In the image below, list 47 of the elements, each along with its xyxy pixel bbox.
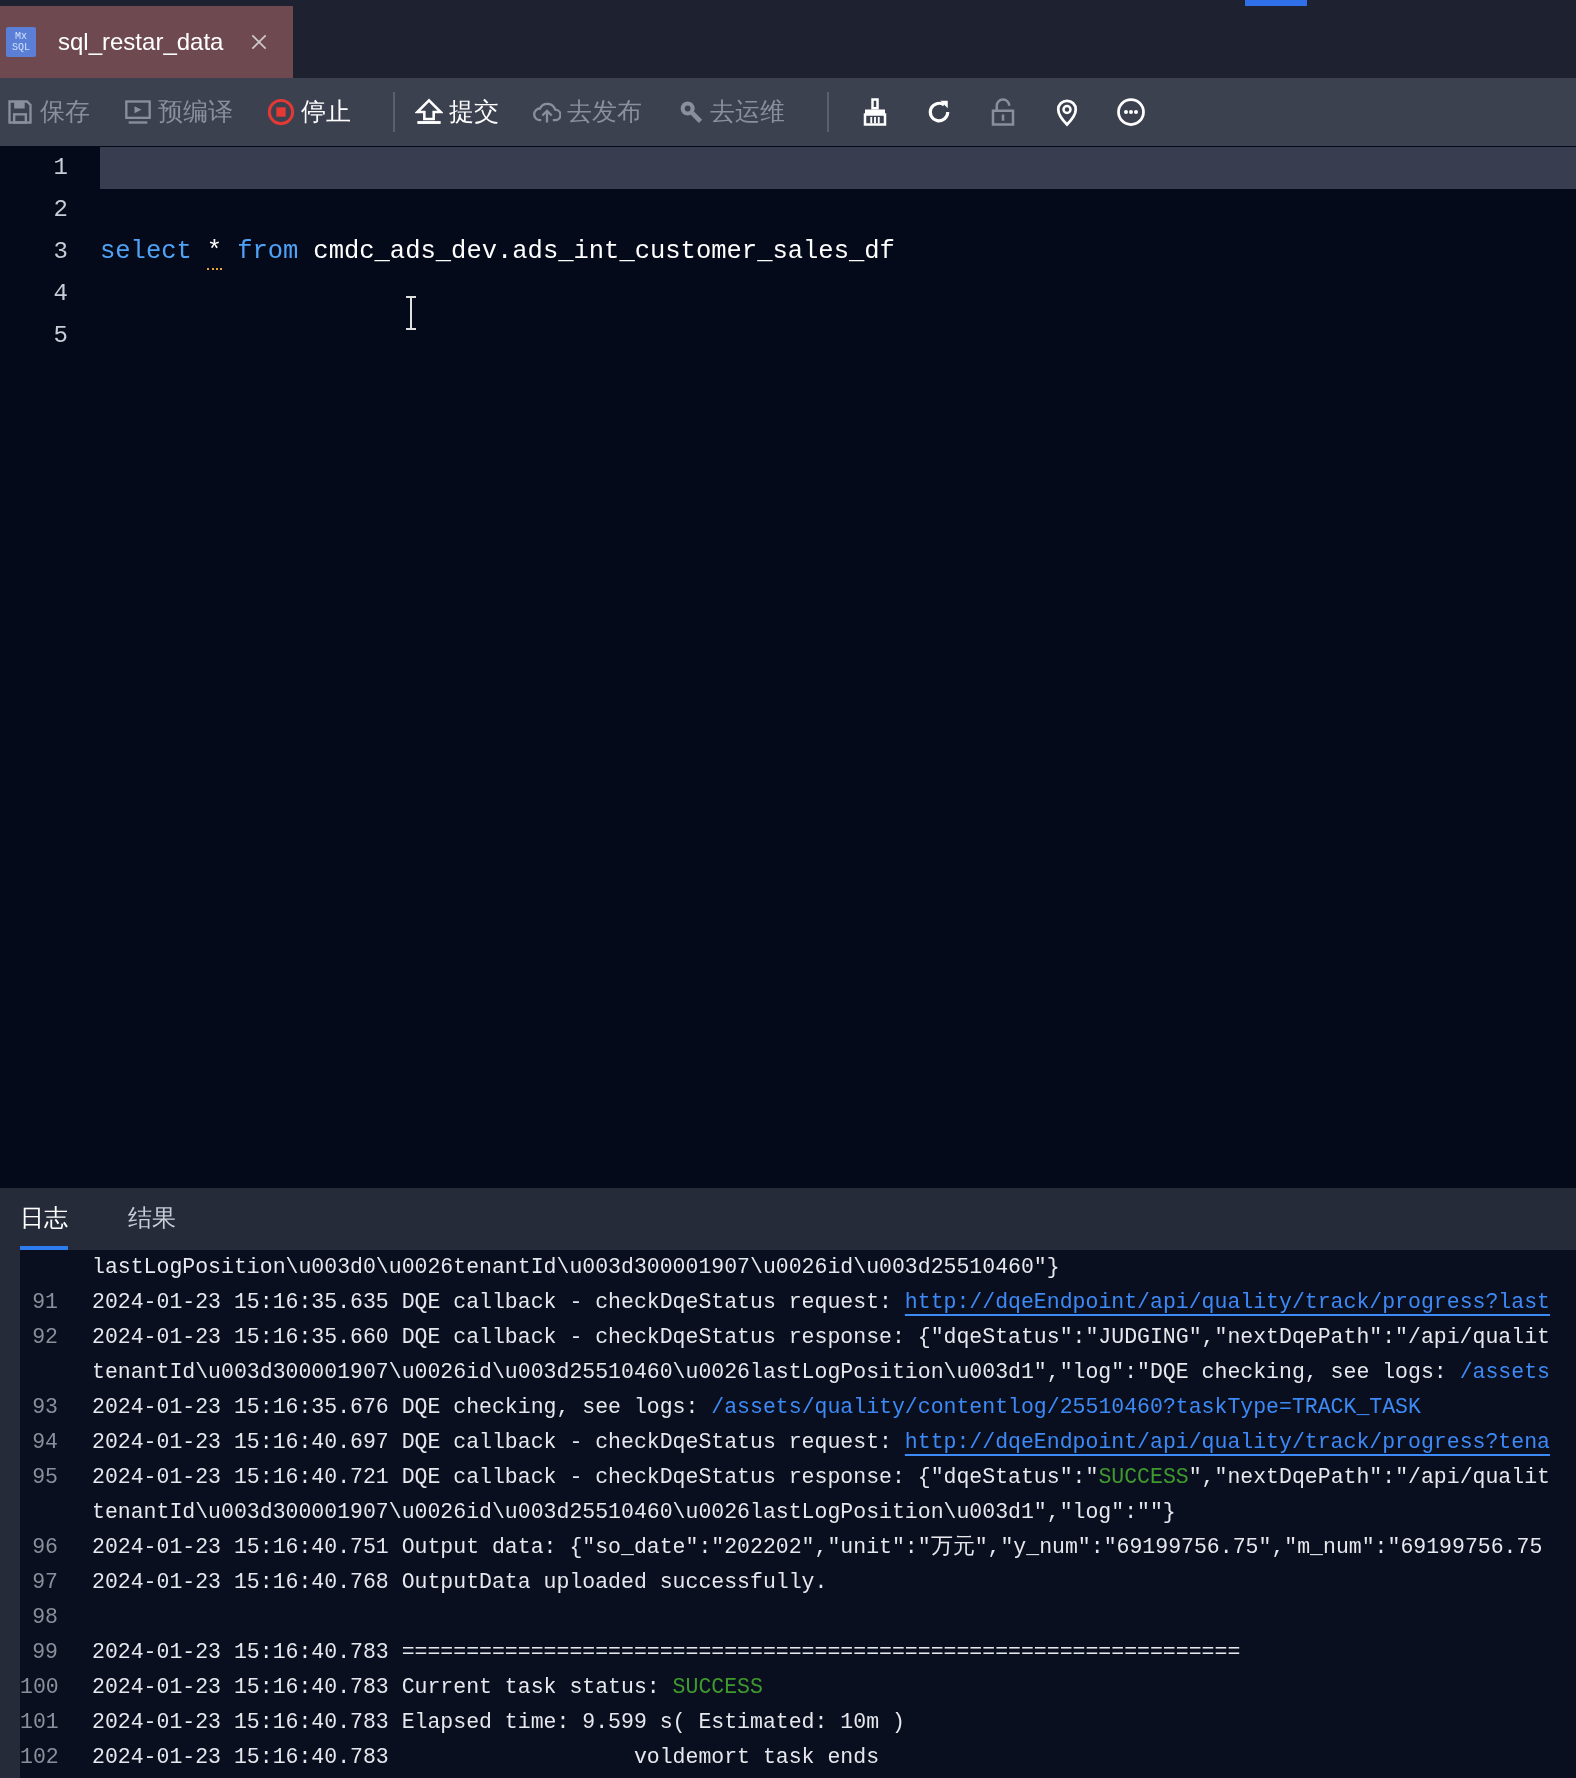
- log-line: 2024-01-23 15:16:40.697 DQE callback - checkDqeStatus request: http://dqeEndpoint/api/quality/track/progress?tena: [92, 1429, 1550, 1457]
- line-number: 2: [52, 195, 68, 225]
- stop-icon: [267, 98, 295, 126]
- panel-tab[interactable]: 结果: [128, 1200, 176, 1250]
- log-line: lastLogPosition\u003d0\u0026tenantId\u003d300001907\u0026id\u003d25510460"}: [92, 1254, 1060, 1282]
- log-line: 2024-01-23 15:16:35.676 DQE checking, see logs: /assets/quality/contentlog/25510460?taskType=TRACK_TASK: [92, 1394, 1421, 1422]
- line-number: 95: [31, 1464, 58, 1492]
- log-link[interactable]: http://dqeEndpoint/api/quality/track/progress?tena: [904, 1430, 1550, 1455]
- line-number: 92: [31, 1324, 58, 1352]
- file-tab[interactable]: Mx SQL sql_restar_data: [0, 6, 294, 78]
- line-number: 100: [20, 1674, 58, 1702]
- save-icon: [6, 98, 34, 126]
- log-line: 2024-01-23 15:16:40.768 OutputData uploaded successfully.: [92, 1569, 828, 1597]
- toolbar-button[interactable]: 提交: [409, 93, 505, 131]
- text-cursor-icon: [404, 296, 418, 330]
- line-number: 96: [31, 1534, 58, 1562]
- toolbar-button[interactable]: 停止: [261, 93, 357, 131]
- line-number: 1: [52, 153, 68, 183]
- log-line: 2024-01-23 15:16:35.635 DQE callback - checkDqeStatus request: http://dqeEndpoint/api/quality/track/progress?last: [92, 1289, 1550, 1317]
- line-number: 4: [52, 279, 68, 309]
- log-link[interactable]: http://dqeEndpoint/api/quality/track/progress?last: [904, 1290, 1550, 1315]
- line-number: 3: [52, 237, 68, 267]
- log-line: 2024-01-23 15:16:40.721 DQE callback - checkDqeStatus response: {"dqeStatus":"SUCCESS","nextDqePath":"/api/qualit: [92, 1464, 1550, 1492]
- line-number: 97: [31, 1569, 58, 1597]
- line-number: 101: [20, 1709, 58, 1737]
- tab-title: sql_restar_data: [57, 27, 225, 57]
- log-line: 2024-01-23 15:16:35.660 DQE callback - checkDqeStatus response: {"dqeStatus":"JUDGING","nextDqePath":"/api/qualit: [92, 1324, 1550, 1352]
- line-number: 98: [31, 1604, 58, 1632]
- monitor-icon: [124, 98, 152, 126]
- line-number: 102: [20, 1744, 58, 1772]
- log-line: 2024-01-23 15:16:40.751 Output data: {"so_date":"202202","unit":"万元","y_num":"69199756.75","m_num":"69199756.75: [92, 1534, 1543, 1562]
- more-icon: [1116, 97, 1146, 127]
- log-line: tenantId\u003d300001907\u0026id\u003d25510460\u0026lastLogPosition\u003d1","log":""}: [92, 1499, 1176, 1527]
- log-line: 2024-01-23 15:16:40.783 =================================================================: [92, 1639, 1241, 1667]
- log-line: tenantId\u003d300001907\u0026id\u003d25510460\u0026lastLogPosition\u003d1","log":"DQE checking, see logs: /assets: [92, 1359, 1550, 1387]
- line-number: 93: [31, 1394, 58, 1422]
- line-number: 91: [31, 1289, 58, 1317]
- sql-file-icon: Mx SQL: [6, 27, 36, 57]
- log-line: 2024-01-23 15:16:40.783 Current task status: SUCCESS: [92, 1674, 763, 1702]
- line-number: 94: [31, 1429, 58, 1457]
- line-number: 5: [52, 321, 68, 351]
- code-line: select * from cmdc_ads_dev.ads_int_customer_sales_df: [100, 236, 895, 268]
- log-line: 2024-01-23 15:16:40.783 voldemort task ends: [92, 1744, 880, 1772]
- top-indicator: [1245, 0, 1307, 6]
- upload-arrow-icon: [415, 98, 443, 126]
- log-line: 2024-01-23 15:16:40.783 Elapsed time: 9.599 s( Estimated: 10m ): [92, 1709, 905, 1737]
- line-number: 99: [31, 1639, 58, 1667]
